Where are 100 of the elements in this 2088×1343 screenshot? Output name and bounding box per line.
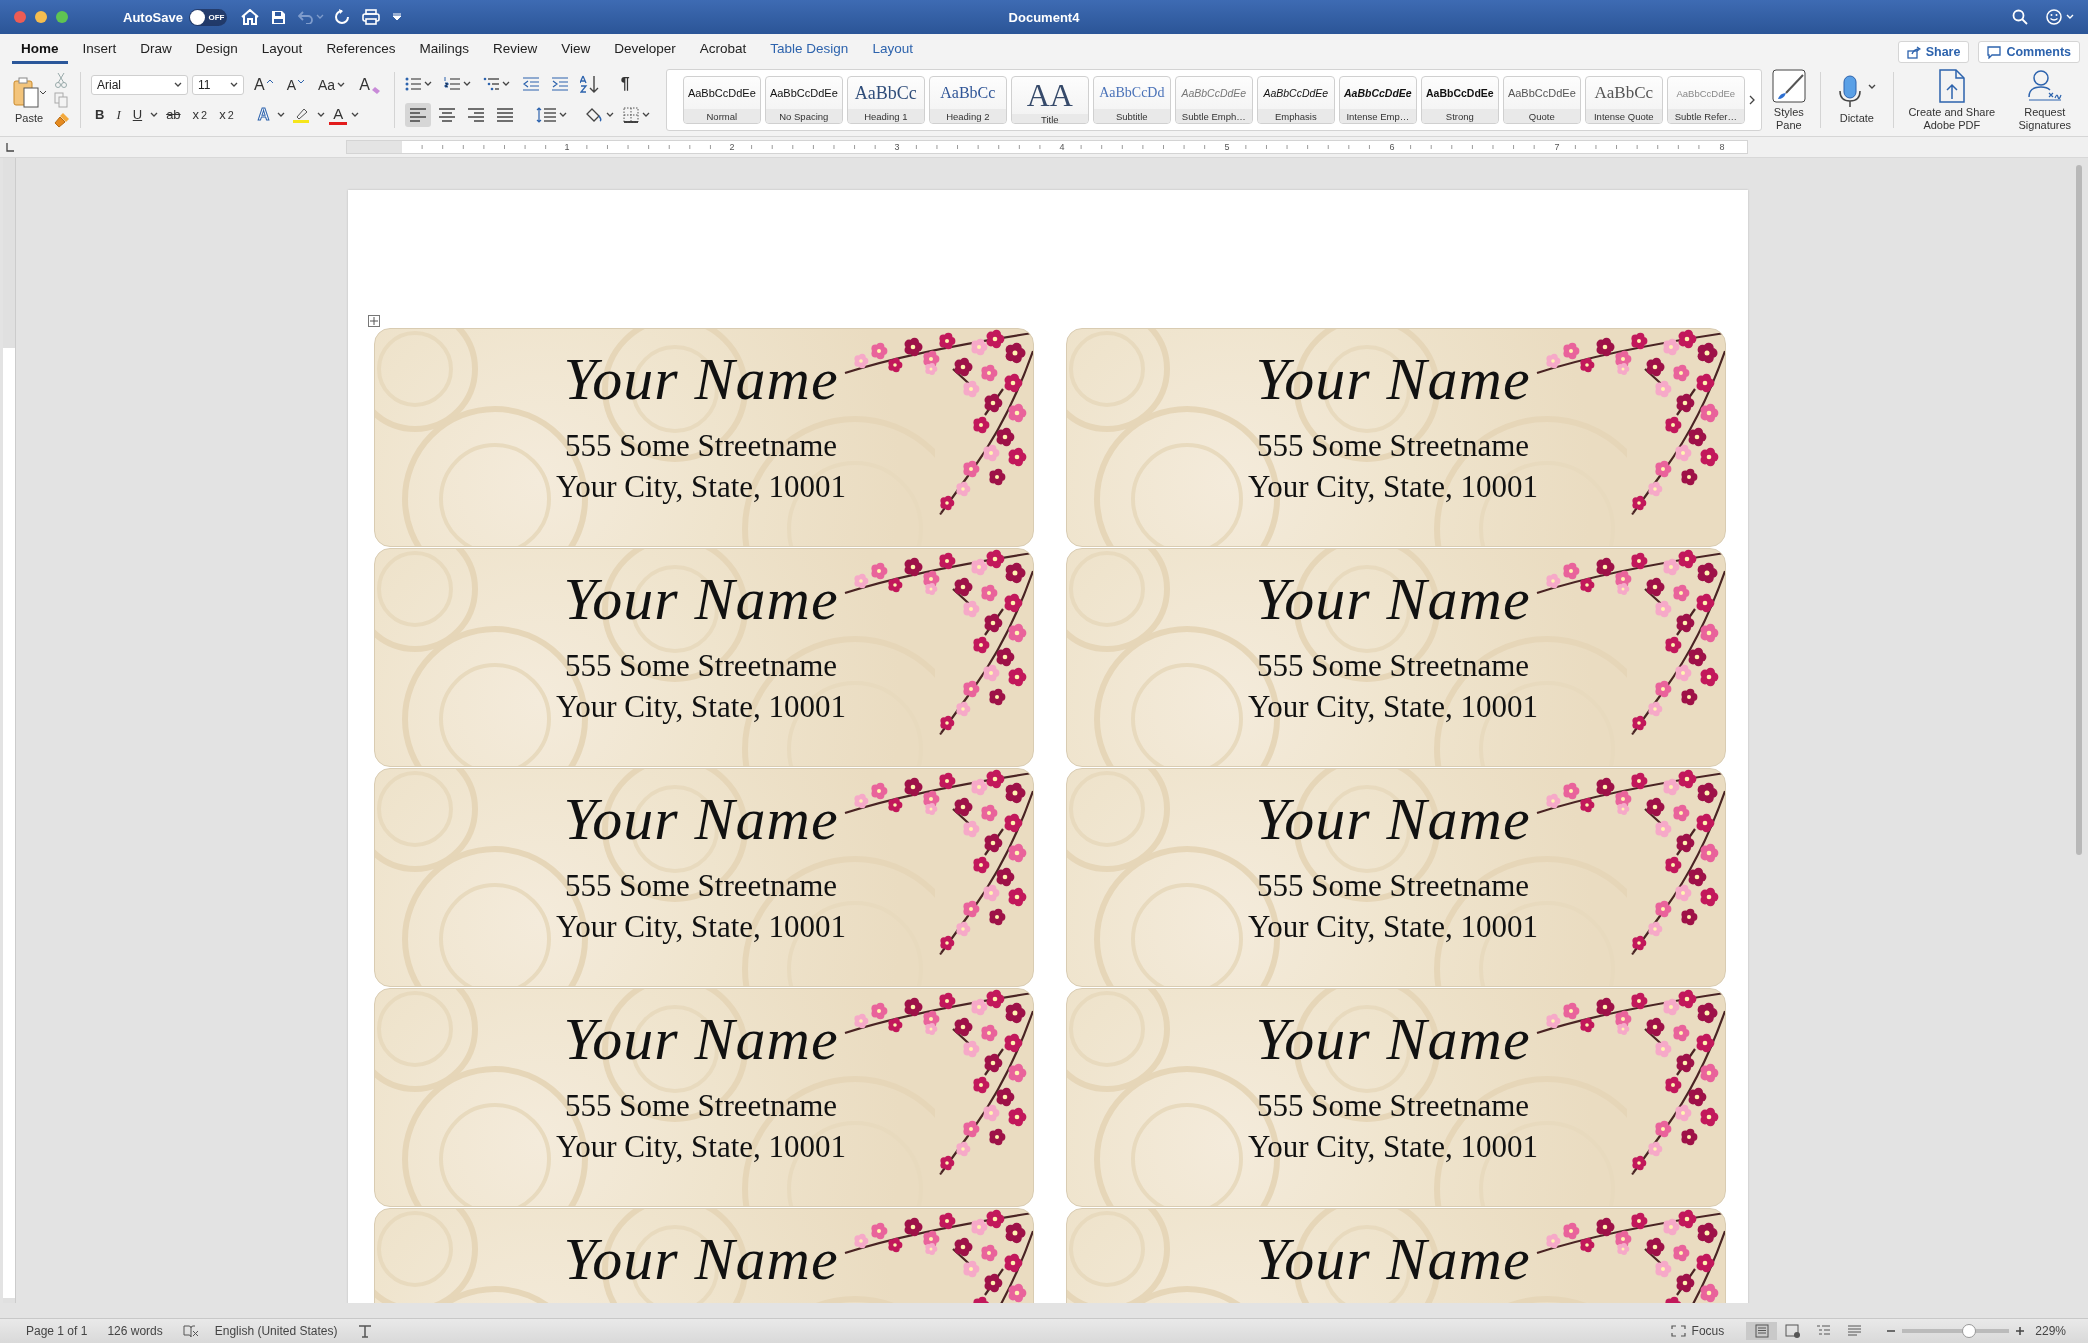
focus-button[interactable]: Focus [1664,1323,1731,1339]
print-icon[interactable] [361,9,380,25]
ribbon-tab[interactable]: Mailings [410,34,478,64]
paste-button[interactable]: Paste [10,76,48,124]
window-title: Document4 [1008,9,1080,25]
style-sample: AaBbCcDdEe [1424,86,1495,101]
multilevel-list-icon[interactable] [482,75,499,92]
decrease-indent-icon[interactable] [521,75,540,92]
paintbrush-icon[interactable] [54,112,70,128]
style-name: Quote [1503,109,1580,123]
language[interactable]: English (United States) [214,1324,338,1338]
style-option[interactable]: AaBbCc Heading 2 [928,76,1007,124]
ribbon-tab[interactable]: Layout [863,34,922,64]
scrollbar-thumb[interactable] [2076,165,2082,855]
ribbon-tab[interactable]: References [317,34,405,64]
customize-menu-icon[interactable] [391,13,402,21]
dictate-button[interactable]: Dictate [1824,75,1889,125]
ribbon-tab[interactable]: Draw [131,34,181,64]
align-left-button[interactable] [404,102,431,127]
track-changes-icon[interactable] [357,1324,372,1338]
font-name-field[interactable]: Arial [91,75,188,95]
style-option[interactable]: AaBbCcDdEe Intense Emp… [1338,76,1417,124]
line-spacing-icon[interactable] [535,106,556,123]
style-name: Heading 2 [929,109,1006,123]
sort-icon[interactable] [579,74,600,93]
style-option[interactable]: AaBbCcDdEe Quote [1502,76,1581,124]
tab-stop-icon[interactable] [4,141,16,153]
undo-icon[interactable] [297,10,314,24]
zoom-slider-thumb[interactable] [1961,1324,1976,1338]
style-option[interactable]: AaBbCcDdEe Normal [682,76,761,124]
styles-pane-button[interactable]: Styles Pane [1761,68,1816,132]
home-icon[interactable] [240,9,259,25]
zoom-percentage[interactable]: 229% [2035,1324,2066,1338]
strikethrough-button[interactable]: ab [162,106,185,123]
page-count[interactable]: Page 1 of 1 [26,1324,88,1338]
paint-bucket-icon[interactable] [584,106,603,123]
save-icon[interactable] [270,9,286,25]
borders-icon[interactable] [622,106,639,123]
style-option[interactable]: AaBbCcDdEe Strong [1420,76,1499,124]
ribbon-tab[interactable]: Insert [73,34,126,64]
style-sample: AaBbCcDd [1098,84,1166,102]
increase-indent-icon[interactable] [550,75,569,92]
style-option[interactable]: AA Title [1010,76,1089,124]
style-sample: AaBbCcDdEe [768,86,839,101]
redo-icon[interactable] [333,9,350,25]
style-option[interactable]: AaBbCcDd Subtitle [1092,76,1171,124]
style-option[interactable]: AaBbCcDdEe Emphasis [1256,76,1335,124]
style-option[interactable]: AaBbCc Heading 1 [846,76,925,124]
style-sample: AaBbCc [939,83,997,103]
style-name: Subtle Emph… [1175,109,1252,123]
style-option[interactable]: AaBbCcDdEe Subtle Emph… [1174,76,1253,124]
show-formatting-button[interactable]: ¶ [616,73,634,94]
table-move-handle-icon[interactable] [368,315,380,327]
underline-button[interactable]: U [128,106,147,123]
ribbon-tab[interactable]: Review [483,34,547,64]
share-button[interactable]: Share [1897,41,1970,63]
search-icon[interactable] [2012,9,2028,25]
print-view-button[interactable] [1746,1322,1778,1340]
label-name: Your Name [563,345,839,413]
street-address: 555 Some Streetname [1256,1087,1530,1125]
shrink-font-button[interactable]: A [282,76,308,94]
style-option[interactable]: AaBbCcDdEe No Spacing [764,76,843,124]
change-case-button[interactable]: Aa [314,76,350,94]
ruler-number: 7 [1552,142,1562,152]
comments-button[interactable]: Comments [1978,41,2080,63]
font-color-button[interactable]: A [329,104,348,125]
zoom-window-button[interactable] [56,11,68,23]
style-option[interactable]: AaBbCc Intense Quote [1584,76,1663,124]
clear-formatting-button[interactable]: A [355,75,384,95]
ribbon-tab[interactable]: View [552,34,600,64]
minimize-window-button[interactable] [35,11,47,23]
caret-icon [501,80,510,87]
request-signatures-button[interactable]: Request Signatures [2005,68,2084,132]
style-sample: AaBbCc [853,81,918,105]
ribbon-tab[interactable]: Developer [605,34,685,64]
ribbon-tab[interactable]: Layout [252,34,312,64]
style-option[interactable]: AaBbCcDdEe Subtle Refer… [1666,76,1745,124]
bullets-icon[interactable] [404,75,421,92]
bold-button[interactable]: B [91,106,109,123]
autosave-toggle[interactable]: OFF [188,8,227,26]
city-state-zip: Your City, State, 10001 [1247,468,1539,506]
city-state-zip: Your City, State, 10001 [555,468,847,506]
ribbon-tab[interactable]: Design [186,34,247,64]
caret-icon [337,82,346,88]
create-pdf-button[interactable]: Create and Share Adobe PDF [1897,68,2006,132]
style-name: No Spacing [765,109,842,123]
autosave-label: AutoSave [123,9,183,25]
grow-font-button[interactable]: A [250,75,277,95]
smiley-icon[interactable] [2046,9,2076,25]
proofing-icon[interactable] [182,1324,199,1338]
zoom-in-icon[interactable] [2015,1326,2026,1336]
font-size-field[interactable]: 11 [192,75,244,95]
outline-view-icon [1816,1324,1832,1338]
numbering-icon[interactable] [443,75,460,92]
italic-button[interactable]: I [112,105,125,124]
ribbon-tab[interactable]: Acrobat [690,34,756,64]
caret-icon [605,111,614,118]
chevron-right-icon[interactable] [1748,95,1755,105]
ribbon-tab[interactable]: Table Design [761,34,858,64]
caret-icon [462,80,471,87]
